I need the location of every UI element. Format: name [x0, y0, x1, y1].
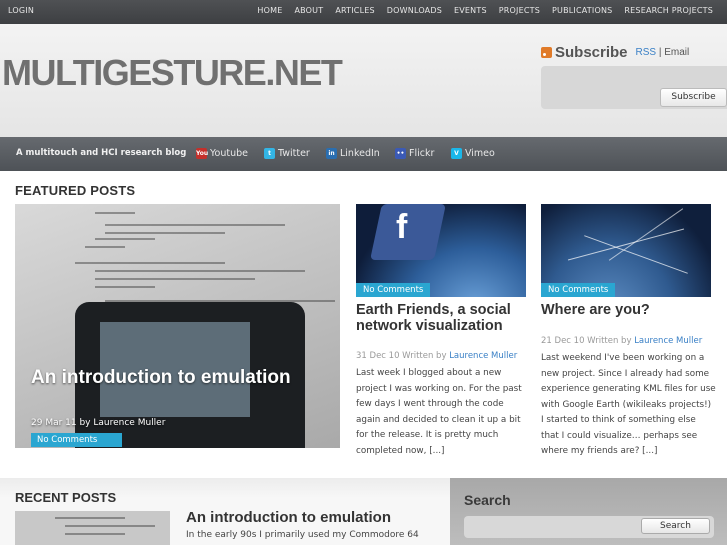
facebook-icon: f — [396, 208, 408, 246]
vimeo-icon: V — [451, 148, 462, 159]
social-link-label: Flickr — [409, 148, 435, 159]
social-link-label: Vimeo — [465, 148, 495, 159]
nav-item-about[interactable]: ABOUT — [288, 6, 329, 15]
featured-post-excerpt: Last week I blogged about a new project … — [356, 368, 522, 456]
social-link-label: Youtube — [210, 148, 248, 159]
facebook-cube-image — [370, 204, 446, 260]
linkedin-icon: in — [326, 148, 337, 159]
featured-post-image[interactable]: f No Comments — [356, 204, 526, 297]
rss-icon — [541, 47, 552, 58]
site-logo[interactable]: MULTIGESTURE.NET — [2, 52, 343, 94]
social-link-label: Twitter — [278, 148, 310, 159]
featured-post-title[interactable]: Earth Friends, a social network visualiz… — [356, 302, 531, 334]
email-link[interactable]: Email — [664, 47, 689, 58]
comments-badge[interactable]: No Comments — [356, 283, 430, 297]
top-nav-bar: LOGIN HOME ABOUT ARTICLES DOWNLOADS EVEN… — [0, 0, 727, 24]
flickr-icon: •• — [395, 148, 406, 159]
featured-main-meta: 29 Mar 11 by Laurence Muller — [31, 418, 166, 428]
subscribe-widget: Subscribe RSS | Email — [541, 44, 727, 61]
nav-item-publications[interactable]: PUBLICATIONS — [546, 6, 618, 15]
author-link[interactable]: Laurence Muller — [634, 336, 702, 346]
featured-post-excerpt: Last weekend I've been working on a new … — [541, 353, 716, 456]
main-nav: HOME ABOUT ARTICLES DOWNLOADS EVENTS PRO… — [251, 6, 719, 15]
social-link-vimeo[interactable]: V Vimeo — [451, 148, 495, 159]
social-link-flickr[interactable]: •• Flickr — [395, 148, 434, 159]
subscribe-button[interactable]: Subscribe — [660, 88, 727, 107]
comments-badge[interactable]: No Comments — [31, 433, 122, 447]
site-tagline: A multitouch and HCI research blog — [16, 148, 187, 158]
post-date: 31 Dec 10 Written by — [356, 351, 450, 361]
featured-post-image[interactable]: No Comments — [541, 204, 711, 297]
post-date: 21 Dec 10 Written by — [541, 336, 635, 346]
social-link-linkedin[interactable]: in LinkedIn — [326, 148, 380, 159]
featured-post-meta: 31 Dec 10 Written by Laurence Muller — [356, 351, 517, 361]
rss-link[interactable]: RSS — [636, 47, 657, 58]
recent-heading: RECENT POSTS — [15, 490, 117, 505]
subscribe-links: RSS | Email — [636, 47, 690, 58]
twitter-icon: t — [264, 148, 275, 159]
search-button[interactable]: Search — [641, 518, 710, 534]
social-link-label: LinkedIn — [340, 148, 380, 159]
nav-item-events[interactable]: EVENTS — [448, 6, 493, 15]
featured-post-title[interactable]: Where are you? — [541, 302, 721, 318]
subscribe-heading: Subscribe RSS | Email — [541, 44, 727, 61]
youtube-icon: You — [196, 148, 209, 159]
social-link-youtube[interactable]: You Youtube — [196, 148, 248, 159]
featured-post-meta: 21 Dec 10 Written by Laurence Muller — [541, 336, 702, 346]
comments-badge[interactable]: No Comments — [541, 283, 615, 297]
recent-post-title[interactable]: An introduction to emulation — [186, 509, 391, 526]
nav-item-home[interactable]: HOME — [251, 6, 288, 15]
subscribe-title: Subscribe — [555, 44, 628, 61]
login-link[interactable]: LOGIN — [8, 6, 34, 15]
featured-main-post[interactable]: An introduction to emulation 29 Mar 11 b… — [15, 204, 340, 448]
nav-item-downloads[interactable]: DOWNLOADS — [381, 6, 448, 15]
nav-item-research-projects[interactable]: RESEARCH PROJECTS — [618, 6, 719, 15]
search-heading: Search — [464, 492, 511, 508]
recent-post-excerpt: In the early 90s I primarily used my Com… — [186, 530, 419, 540]
recent-post-thumbnail[interactable] — [15, 511, 170, 545]
featured-heading: FEATURED POSTS — [15, 183, 136, 198]
nav-item-projects[interactable]: PROJECTS — [493, 6, 546, 15]
author-link[interactable]: Laurence Muller — [449, 351, 517, 361]
nav-item-articles[interactable]: ARTICLES — [329, 6, 380, 15]
social-link-twitter[interactable]: t Twitter — [264, 148, 310, 159]
featured-main-title[interactable]: An introduction to emulation — [31, 367, 331, 388]
